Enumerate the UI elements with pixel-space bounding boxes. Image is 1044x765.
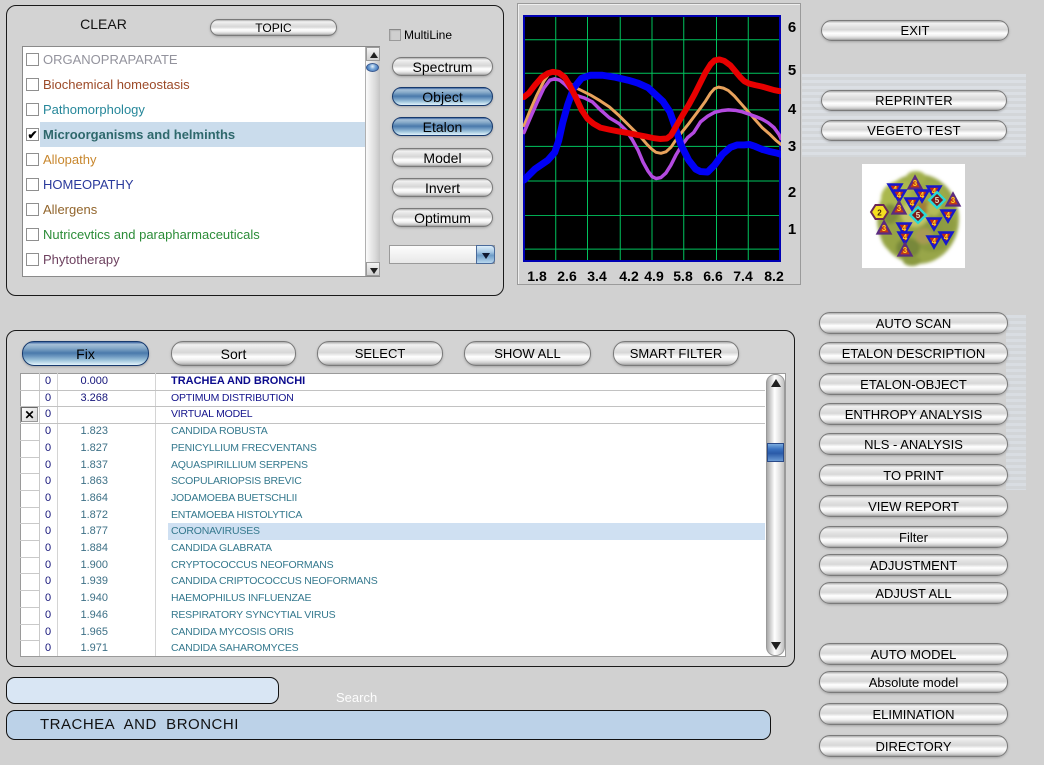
svg-text:4: 4 [903,233,908,242]
svg-text:4: 4 [946,211,951,220]
svg-text:4: 4 [932,219,937,228]
svg-text:4: 4 [897,191,902,200]
svg-text:4: 4 [932,237,937,246]
svg-text:4: 4 [944,233,949,242]
svg-text:5: 5 [916,211,921,220]
svg-text:3: 3 [913,179,918,188]
svg-text:4: 4 [920,191,925,200]
svg-text:3: 3 [903,246,908,255]
svg-text:4: 4 [910,199,915,208]
svg-text:3: 3 [882,224,887,233]
svg-text:3: 3 [951,196,956,205]
svg-text:3: 3 [897,204,902,213]
svg-text:5: 5 [935,196,940,205]
svg-text:2: 2 [877,209,882,218]
